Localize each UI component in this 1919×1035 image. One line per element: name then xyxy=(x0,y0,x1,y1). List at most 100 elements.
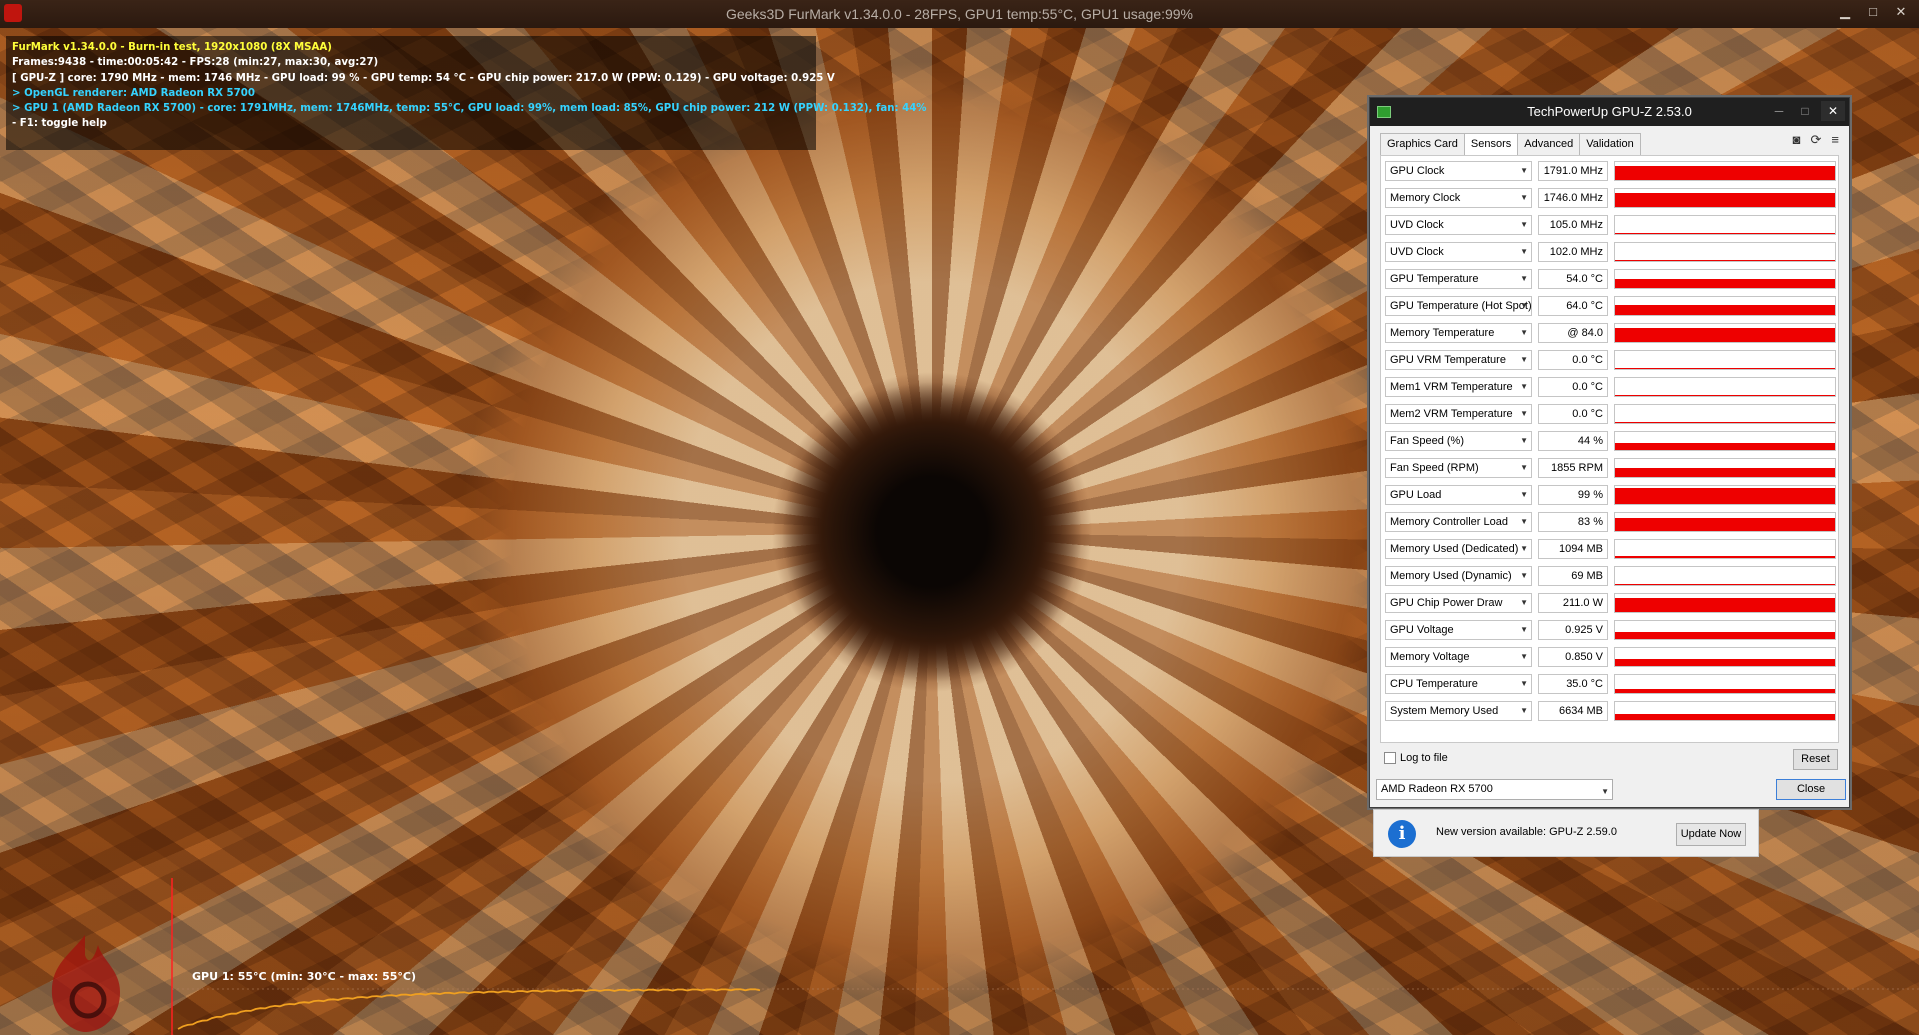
close-icon[interactable]: ✕ xyxy=(1892,4,1910,20)
log-to-file-option[interactable]: Log to file xyxy=(1384,752,1448,764)
chevron-down-icon: ▼ xyxy=(1520,166,1528,175)
update-message: New version available: GPU-Z 2.59.0 xyxy=(1436,826,1617,838)
sensor-graph xyxy=(1614,269,1836,289)
tab-validation[interactable]: Validation xyxy=(1579,133,1641,155)
update-notification: i New version available: GPU-Z 2.59.0 Up… xyxy=(1373,809,1759,857)
log-to-file-checkbox[interactable] xyxy=(1384,752,1396,764)
sensor-name-select[interactable]: GPU Clock ▼ xyxy=(1385,161,1532,181)
sensor-value: 0.0 °C xyxy=(1538,404,1608,424)
sensor-graph xyxy=(1614,566,1836,586)
reset-button[interactable]: Reset xyxy=(1793,749,1838,770)
chevron-down-icon: ▼ xyxy=(1520,193,1528,202)
sensor-value: 1094 MB xyxy=(1538,539,1608,559)
gpuz-close-icon[interactable]: ✕ xyxy=(1821,101,1845,121)
sensor-name-select[interactable]: GPU VRM Temperature ▼ xyxy=(1385,350,1532,370)
sensor-name-select[interactable]: Memory Controller Load ▼ xyxy=(1385,512,1532,532)
chevron-down-icon: ▼ xyxy=(1520,517,1528,526)
sensor-value: 83 % xyxy=(1538,512,1608,532)
sensor-name-select[interactable]: Memory Voltage ▼ xyxy=(1385,647,1532,667)
refresh-icon[interactable]: ⟳ xyxy=(1811,132,1822,148)
chevron-down-icon: ▼ xyxy=(1520,652,1528,661)
sensor-name: GPU Voltage xyxy=(1390,624,1454,636)
log-to-file-label: Log to file xyxy=(1400,752,1448,764)
close-button[interactable]: Close xyxy=(1776,779,1846,800)
sensor-graph xyxy=(1614,188,1836,208)
tab-sensors[interactable]: Sensors xyxy=(1463,133,1519,156)
sensor-graph xyxy=(1614,431,1836,451)
chevron-down-icon: ▼ xyxy=(1520,625,1528,634)
sensor-graph-fill xyxy=(1615,193,1835,207)
sensor-name: GPU VRM Temperature xyxy=(1390,354,1506,366)
sensor-graph-fill xyxy=(1615,368,1835,369)
chevron-down-icon: ▼ xyxy=(1520,598,1528,607)
sensor-name-select[interactable]: Fan Speed (RPM) ▼ xyxy=(1385,458,1532,478)
sensor-graph xyxy=(1614,539,1836,559)
device-select[interactable]: AMD Radeon RX 5700 ▼ xyxy=(1376,779,1613,800)
sensor-graph xyxy=(1614,377,1836,397)
sensor-name-select[interactable]: Memory Clock ▼ xyxy=(1385,188,1532,208)
sensor-name-select[interactable]: GPU Voltage ▼ xyxy=(1385,620,1532,640)
sensor-graph-fill xyxy=(1615,166,1835,180)
sensor-name: Mem2 VRM Temperature xyxy=(1390,408,1513,420)
sensor-row: Fan Speed (%) ▼ 44 % xyxy=(1385,431,1836,451)
sensor-name-select[interactable]: UVD Clock ▼ xyxy=(1385,242,1532,262)
menu-icon[interactable]: ≡ xyxy=(1831,132,1839,148)
osd-line-help: - F1: toggle help xyxy=(12,118,107,130)
sensor-name-select[interactable]: Memory Used (Dedicated) ▼ xyxy=(1385,539,1532,559)
sensor-graph-fill xyxy=(1615,632,1835,639)
gpu-temperature-graph xyxy=(171,878,1919,1035)
sensor-graph-fill xyxy=(1615,328,1835,342)
chevron-down-icon: ▼ xyxy=(1520,220,1528,229)
furmark-titlebar: Geeks3D FurMark v1.34.0.0 - 28FPS, GPU1 … xyxy=(0,0,1919,28)
sensor-name-select[interactable]: Fan Speed (%) ▼ xyxy=(1385,431,1532,451)
sensor-graph xyxy=(1614,242,1836,262)
tab-graphics-card[interactable]: Graphics Card xyxy=(1380,133,1465,155)
sensor-name: UVD Clock xyxy=(1390,246,1444,258)
sensor-graph-fill xyxy=(1615,422,1835,423)
sensor-graph-fill xyxy=(1615,395,1835,396)
chevron-down-icon: ▼ xyxy=(1520,409,1528,418)
sensor-value: 1746.0 MHz xyxy=(1538,188,1608,208)
sensor-name-select[interactable]: Mem2 VRM Temperature ▼ xyxy=(1385,404,1532,424)
sensor-value: 35.0 °C xyxy=(1538,674,1608,694)
camera-icon[interactable]: ◙ xyxy=(1793,132,1801,148)
sensor-name-select[interactable]: GPU Chip Power Draw ▼ xyxy=(1385,593,1532,613)
sensor-value: 105.0 MHz xyxy=(1538,215,1608,235)
minimize-icon[interactable]: ▁ xyxy=(1836,4,1854,20)
chevron-down-icon: ▼ xyxy=(1520,301,1528,310)
sensor-graph xyxy=(1614,593,1836,613)
sensor-name: Memory Used (Dynamic) xyxy=(1390,570,1512,582)
gpuz-maximize-icon[interactable]: □ xyxy=(1793,101,1817,121)
sensor-graph-fill xyxy=(1615,556,1835,558)
sensor-name-select[interactable]: GPU Load ▼ xyxy=(1385,485,1532,505)
tab-advanced[interactable]: Advanced xyxy=(1517,133,1581,155)
sensor-graph xyxy=(1614,404,1836,424)
update-now-button[interactable]: Update Now xyxy=(1676,823,1746,846)
gpuz-sensors-panel: GPU Clock ▼ 1791.0 MHz Memory Clock ▼ 1746.0 … xyxy=(1380,155,1839,743)
sensor-value: 102.0 MHz xyxy=(1538,242,1608,262)
sensor-name-select[interactable]: CPU Temperature ▼ xyxy=(1385,674,1532,694)
sensor-graph-fill xyxy=(1615,689,1835,693)
sensor-name-select[interactable]: Memory Used (Dynamic) ▼ xyxy=(1385,566,1532,586)
sensor-name-select[interactable]: System Memory Used ▼ xyxy=(1385,701,1532,721)
sensor-name-select[interactable]: GPU Temperature (Hot Spot) ▼ xyxy=(1385,296,1532,316)
sensor-name-select[interactable]: Memory Temperature ▼ xyxy=(1385,323,1532,343)
temperature-series-line xyxy=(177,988,761,1030)
gpuz-minimize-icon[interactable]: ─ xyxy=(1767,101,1791,121)
sensor-graph xyxy=(1614,512,1836,532)
sensor-graph-fill xyxy=(1615,488,1835,504)
maximize-icon[interactable]: □ xyxy=(1864,4,1882,20)
gpuz-titlebar: TechPowerUp GPU-Z 2.53.0 ─ □ ✕ xyxy=(1370,98,1849,126)
chevron-down-icon: ▼ xyxy=(1601,787,1609,796)
sensor-name-select[interactable]: Mem1 VRM Temperature ▼ xyxy=(1385,377,1532,397)
chevron-down-icon: ▼ xyxy=(1520,706,1528,715)
sensor-row: Memory Temperature ▼ @ 84.0 xyxy=(1385,323,1836,343)
furmark-window-title: Geeks3D FurMark v1.34.0.0 - 28FPS, GPU1 … xyxy=(725,6,1194,22)
sensor-name-select[interactable]: GPU Temperature ▼ xyxy=(1385,269,1532,289)
sensor-name: Memory Used (Dedicated) xyxy=(1390,543,1519,555)
sensor-graph-fill xyxy=(1615,233,1835,234)
chevron-down-icon: ▼ xyxy=(1520,490,1528,499)
sensor-name: Memory Controller Load xyxy=(1390,516,1508,528)
sensor-name-select[interactable]: UVD Clock ▼ xyxy=(1385,215,1532,235)
sensor-value: @ 84.0 xyxy=(1538,323,1608,343)
